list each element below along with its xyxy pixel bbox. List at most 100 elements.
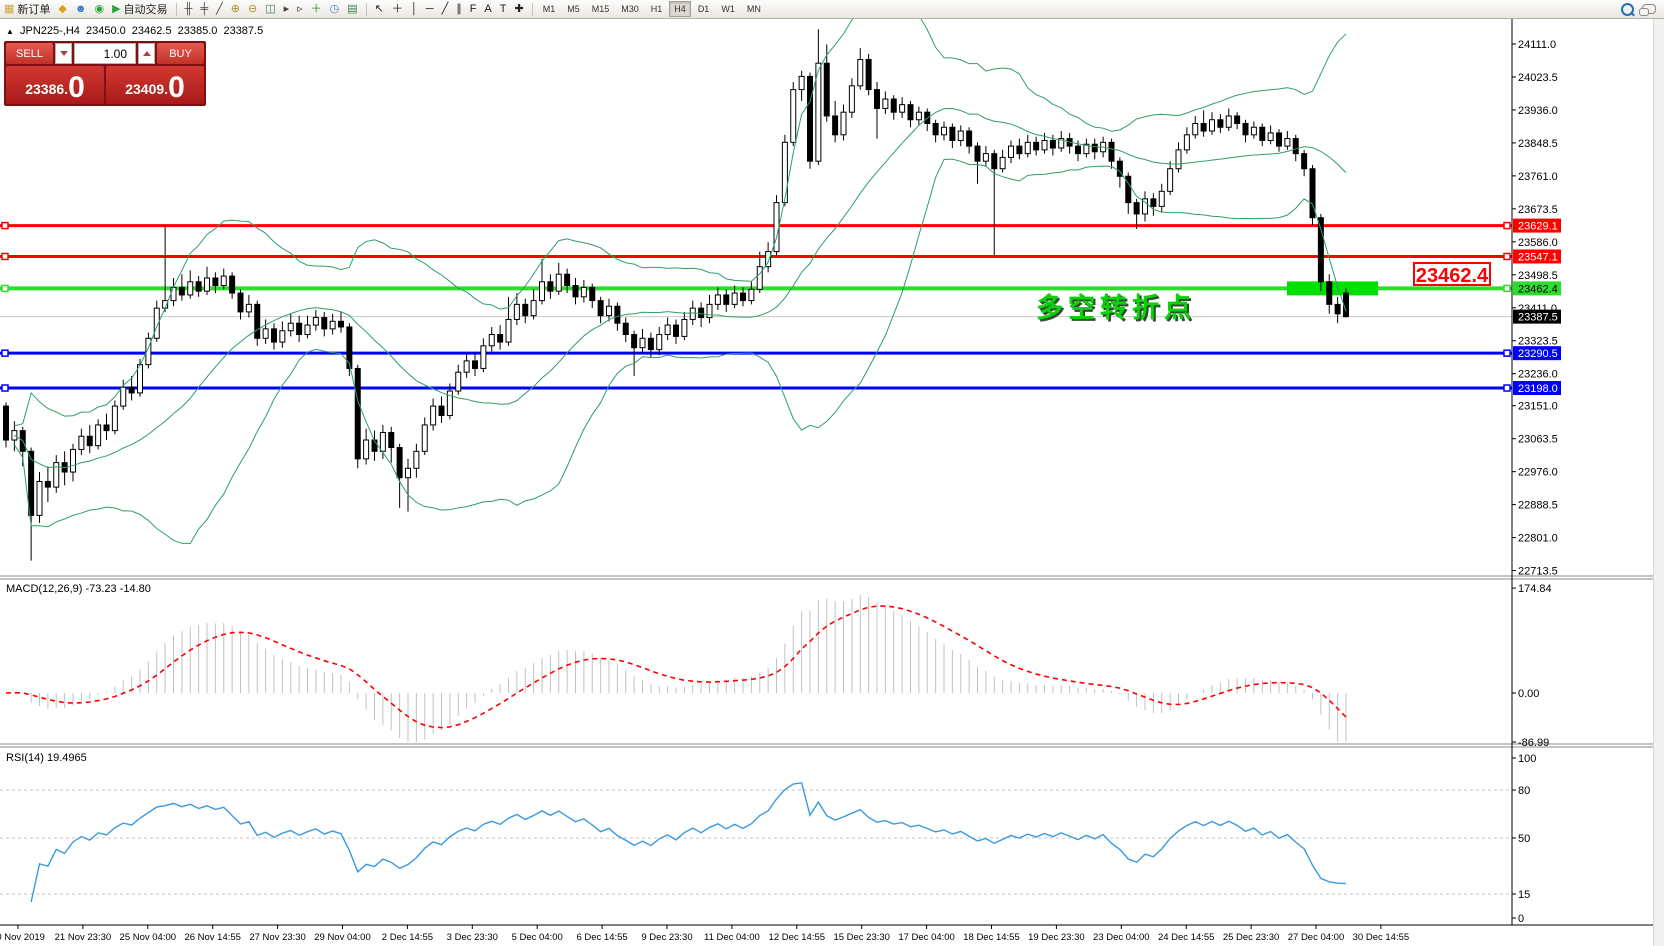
text-label-icon: T [500,1,507,17]
line-anchor-marker[interactable] [2,253,8,259]
candle-body [1302,154,1307,169]
bar-high: 23462.5 [132,25,172,37]
candle-body [916,112,921,120]
sell-button[interactable]: SELL [6,43,53,64]
buy-button[interactable]: BUY [157,43,204,64]
price-axis-label: 22801.0 [1518,533,1558,545]
candle-body [1226,116,1231,127]
candle-body [213,278,218,286]
text-icon: A [484,1,491,17]
text-button[interactable]: A [480,1,495,17]
text-label-button[interactable]: T [496,1,511,17]
candle-body [1260,127,1265,140]
signals-button[interactable]: ◉ [90,1,108,17]
line-anchor-marker[interactable] [2,285,8,291]
one-click-toggle-icon[interactable]: ▲ [6,27,14,36]
timeframe-button-m15[interactable]: M15 [587,1,615,17]
templates-button[interactable]: ▤ [343,1,361,17]
timeframe-button-d1[interactable]: D1 [693,1,715,17]
candle-body [330,321,335,329]
auto-scroll-button[interactable]: ▸ [280,1,294,17]
highlight-rectangle[interactable] [1287,281,1378,295]
fibonacci-button[interactable]: F [466,1,481,17]
candle-body [171,287,176,300]
rsi-axis-label: 50 [1518,833,1530,845]
buy-price-button[interactable]: 23409.0 [106,66,204,104]
volume-up-button[interactable] [138,43,155,64]
line-anchor-marker[interactable] [2,350,8,356]
bar-chart-button[interactable]: ╫ [181,1,197,17]
candle-body [883,99,888,108]
line-anchor-marker[interactable] [1504,285,1510,291]
candle-body [1268,133,1273,141]
timeframe-button-h1[interactable]: H1 [646,1,668,17]
candle-body [1151,199,1156,207]
vertical-line-button[interactable]: │ [407,1,422,17]
line-anchor-marker[interactable] [1504,223,1510,229]
candle-body [205,278,210,291]
sell-price-button[interactable]: 23386.0 [6,66,104,104]
zoom-in-button[interactable]: ⊕ [227,1,244,17]
tile-windows-button[interactable]: ◫ [261,1,279,17]
price-axis-label: 23586.0 [1518,237,1558,249]
rsi-axis-label: 0 [1518,913,1524,925]
timeframe-button-mn[interactable]: MN [742,1,766,17]
sell-price-big-digit: 0 [68,73,85,103]
channel-button[interactable]: ∥ [452,1,466,17]
candle-body [833,116,838,135]
volume-input[interactable] [74,43,136,64]
candlestick-chart-button[interactable]: ╪ [196,1,212,17]
candle-body [690,308,695,319]
new-order-button[interactable]: ▦新订单 [0,1,54,17]
toolbar-separator [176,3,177,16]
trendline-button[interactable]: ╱ [438,1,453,17]
arrows-button[interactable]: ✚ [511,1,528,17]
timeframe-button-w1[interactable]: W1 [716,1,740,17]
price-line-badge-label: 23290.5 [1518,348,1558,360]
indicators-add-button[interactable]: ＋ [307,1,326,17]
line-anchor-marker[interactable] [1504,385,1510,391]
line-chart-button[interactable]: ╱ [212,1,227,17]
candle-body [1076,146,1081,154]
sell-price: 23386. [25,75,68,103]
community-profile-button[interactable]: ☻ [71,1,91,17]
timeframe-button-m30[interactable]: M30 [616,1,644,17]
time-axis-label: 6 Dec 14:55 [576,932,627,943]
time-axis-label: 21 Nov 23:30 [55,932,112,943]
candle-body [305,325,310,334]
line-anchor-marker[interactable] [2,385,8,391]
price-callout-box[interactable]: 23462.4 [1413,262,1491,286]
time-axis-label: 23 Dec 04:00 [1093,932,1150,943]
line-anchor-marker[interactable] [2,223,8,229]
crosshair-button[interactable]: ＋ [388,1,407,17]
candle-body [464,361,469,372]
zoom-out-icon: ⊖ [248,1,257,17]
timeframe-button-m1[interactable]: M1 [538,1,561,17]
periods-button[interactable]: ◷ [326,1,344,17]
candle-body [1201,124,1206,132]
search-icon[interactable] [1621,3,1634,16]
candle-body [280,331,285,342]
horizontal-line-button[interactable]: ─ [422,1,438,17]
timeframe-button-m5[interactable]: M5 [562,1,585,17]
chat-icon[interactable] [1642,4,1656,14]
triangle-down-icon [60,51,68,56]
metaeditor-button[interactable]: ◆ [54,1,70,17]
line-anchor-marker[interactable] [1504,253,1510,259]
auto-trading-button[interactable]: ▶自动交易 [108,1,171,17]
timeframe-button-h4[interactable]: H4 [669,1,691,17]
volume-down-button[interactable] [55,43,72,64]
line-anchor-marker[interactable] [1504,350,1510,356]
candle-body [1210,120,1215,131]
cursor-button[interactable]: ↖ [371,1,388,17]
price-axis-label: 23848.5 [1518,138,1558,150]
chart-canvas[interactable]: 23629.123547.123462.423290.523198.023387… [0,0,1664,946]
chart-shift-icon: ▹ [297,1,303,17]
chart-annotation-text[interactable]: 多空转折点 [1036,286,1196,325]
zoom-out-button[interactable]: ⊖ [244,1,261,17]
new-order-icon: ▦ [4,1,14,17]
chart-shift-button[interactable]: ▹ [293,1,307,17]
candle-body [1293,139,1298,154]
vertical-line-icon: │ [411,1,418,17]
periods-icon: ◷ [330,1,340,17]
